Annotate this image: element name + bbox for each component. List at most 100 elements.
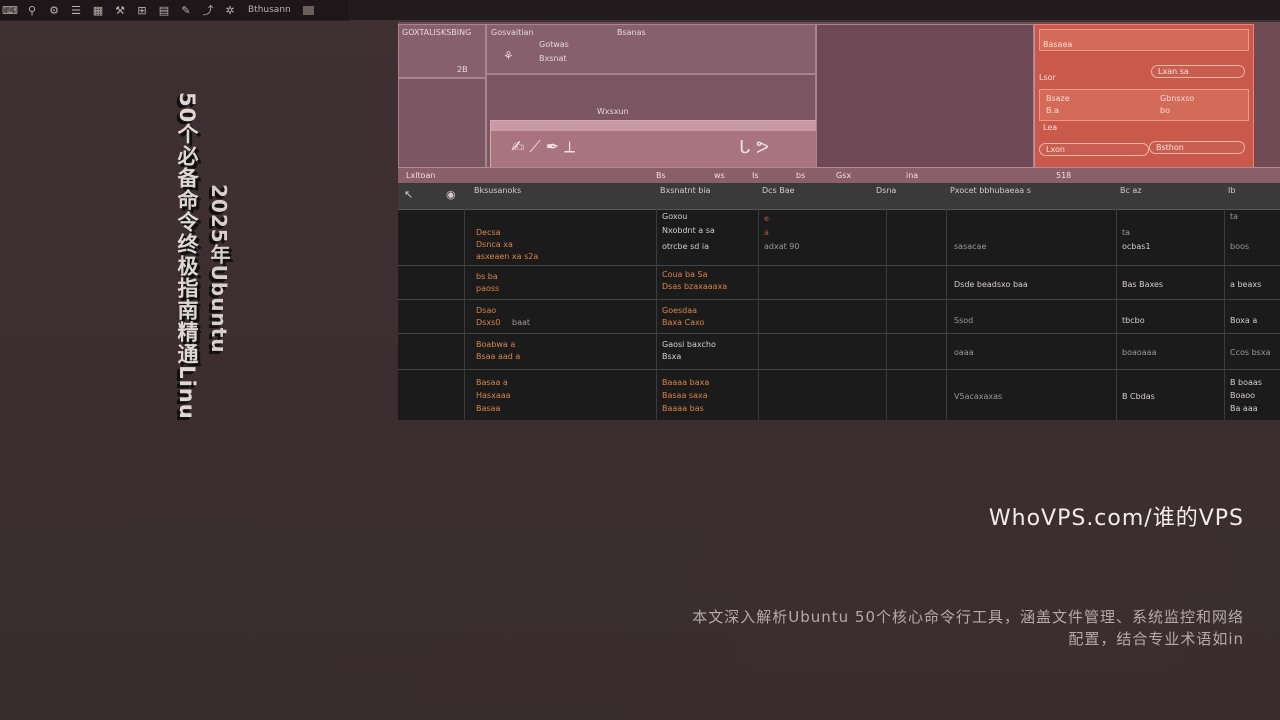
- table-header: ↖ ◉ Bksusanoks Bxsnatnt bia Dcs Bae Dsna…: [398, 183, 1280, 210]
- wrench-icon[interactable]: ⚒: [112, 3, 128, 17]
- cell: Goesdaa: [662, 306, 698, 315]
- drawing-panel: ✍ ⟋ ✒ ⟂ ᒐ ᕗ: [490, 120, 840, 168]
- cell: adxat 90: [764, 242, 800, 251]
- cell: e: [764, 214, 769, 223]
- toolbar-square-button[interactable]: [302, 5, 314, 15]
- orange-r1-b: Gbnsxso: [1160, 94, 1195, 103]
- cell: Basaa a: [476, 378, 508, 387]
- cell: V5acaxaxas: [954, 392, 1003, 401]
- toolbar-label[interactable]: Bthusann: [248, 5, 291, 15]
- cell: Baaaa bas: [662, 404, 704, 413]
- cell: Baaaa baxa: [662, 378, 710, 387]
- panel-mid-label-c: Gotwas: [539, 40, 569, 49]
- cell: bs ba: [476, 272, 498, 281]
- brand-watermark: WhoVPS.com/谁的VPS: [988, 506, 1244, 531]
- panel-left-lower: [398, 78, 486, 168]
- cell: Ccos bsxa: [1230, 348, 1271, 357]
- gear-icon[interactable]: ⚙: [46, 3, 62, 17]
- column-header[interactable]: Ib: [1228, 186, 1235, 195]
- cell: Baxa Caxo: [662, 318, 705, 327]
- column-divider: [758, 183, 759, 420]
- panel-title: GOXTALISKSBING: [402, 28, 472, 37]
- article-description: 本文深入解析Ubuntu 50个核心命令行工具，涵盖文件管理、系统监控和网络配置…: [692, 608, 1244, 648]
- cell: Dsde beadsxo baa: [954, 280, 1028, 289]
- column-divider: [1116, 183, 1117, 420]
- chart-icon[interactable]: ⊞: [134, 3, 150, 17]
- orange-button-right[interactable]: Bsthon: [1149, 141, 1245, 154]
- orange-r1-d: bo: [1160, 106, 1170, 115]
- cell: otrcbe sd ia: [662, 242, 709, 251]
- top-bar: [348, 0, 1280, 20]
- panel-mid-label-a: Gosvaitian: [491, 28, 534, 37]
- cell: Basaa: [476, 404, 501, 413]
- cell: ta: [1122, 228, 1131, 237]
- cell: Dsas bzaxaaaxa: [662, 282, 728, 291]
- vertical-title-year: 2025年Ubuntu: [207, 184, 231, 354]
- doc-icon[interactable]: ▤: [156, 3, 172, 17]
- cell: boaoaaa: [1122, 348, 1157, 357]
- cell: Bsaa aad a: [476, 352, 521, 361]
- cell: Nxobdnt a sa: [662, 226, 715, 235]
- panel-mid-label-b: Bsanas: [617, 28, 646, 37]
- row-divider: [398, 265, 1280, 266]
- cell: baat: [512, 318, 531, 327]
- orange-header: Basaea: [1039, 29, 1249, 51]
- keyboard-icon[interactable]: ⌨: [2, 3, 18, 17]
- cell: paoss: [476, 284, 500, 293]
- cell: Dsnca xa: [476, 240, 513, 249]
- row-divider: [398, 333, 1280, 334]
- row-divider: [398, 299, 1280, 300]
- column-divider: [946, 183, 947, 420]
- cell: oaaa: [954, 348, 974, 357]
- orange-button-left[interactable]: Lxon: [1039, 143, 1149, 156]
- panel-top-left: GOXTALISKSBING 2B: [398, 24, 486, 78]
- grid-icon[interactable]: ▦: [90, 3, 106, 17]
- top-toolbar: ⌨ ⚲ ⚙ ☰ ▦ ⚒ ⊞ ▤ ✎ ⤴ ✲ Bthusann: [0, 0, 350, 21]
- orange-r2: Lea: [1043, 123, 1058, 132]
- cell: Goxou: [662, 212, 688, 221]
- cell: Bsxa: [662, 352, 682, 361]
- column-header[interactable]: Bksusanoks: [474, 186, 521, 195]
- column-header[interactable]: Bc az: [1120, 186, 1142, 195]
- settings-icon[interactable]: ✲: [222, 3, 238, 17]
- cursor-icon[interactable]: ↖: [404, 188, 413, 201]
- band-label: Bs: [656, 171, 666, 180]
- orange-r1-c: B.a: [1046, 106, 1059, 115]
- curve-icon: ᒐ ᕗ: [739, 137, 770, 158]
- orange-row-1: Bsaze Gbnsxso B.a bo: [1039, 89, 1249, 121]
- cell: Basaa saxa: [662, 391, 708, 400]
- panel-number: 2B: [457, 65, 468, 74]
- share-icon[interactable]: ⤴: [200, 3, 216, 17]
- orange-label: Lsor: [1039, 73, 1056, 82]
- column-divider: [1224, 183, 1225, 420]
- cell: Boaoo: [1230, 391, 1256, 400]
- band-label: Is: [752, 171, 759, 180]
- orange-title: Basaea: [1043, 40, 1073, 49]
- orange-dropdown[interactable]: Lxan sa: [1151, 65, 1245, 78]
- cell: B boaas: [1230, 378, 1262, 387]
- pin-icon[interactable]: ⚲: [24, 3, 40, 17]
- vertical-title-main: 50个必备命令终极指南精通Linu: [175, 92, 199, 420]
- cell: Boxa a: [1230, 316, 1258, 325]
- data-table: ↖ ◉ Bksusanoks Bxsnatnt bia Dcs Bae Dsna…: [398, 183, 1280, 420]
- orange-panel: Basaea Lsor Lxan sa Bsaze Gbnsxso B.a bo…: [1034, 24, 1254, 168]
- cell: asxeaen xa s2a: [476, 252, 539, 261]
- globe-icon[interactable]: ◉: [446, 188, 456, 201]
- column-header[interactable]: Dcs Bae: [762, 186, 795, 195]
- band-label: 518: [1056, 171, 1072, 180]
- cell: ocbas1: [1122, 242, 1151, 251]
- cell: a beaxs: [1230, 280, 1262, 289]
- cell: Hasxaaa: [476, 391, 511, 400]
- cell: Dsao: [476, 306, 497, 315]
- cell: boos: [1230, 242, 1250, 251]
- figure-icon: ⚘: [503, 49, 514, 63]
- column-header[interactable]: Pxocet bbhubaeaa s: [950, 186, 1031, 195]
- band-label: Lxltoan: [406, 171, 436, 180]
- cell: sasacae: [954, 242, 987, 251]
- list-icon[interactable]: ☰: [68, 3, 84, 17]
- column-header[interactable]: Bxsnatnt bia: [660, 186, 710, 195]
- tool-icon[interactable]: ✎: [178, 3, 194, 17]
- band-label: bs: [796, 171, 806, 180]
- cell: Boabwa a: [476, 340, 516, 349]
- cell: Gaosi baxcho: [662, 340, 716, 349]
